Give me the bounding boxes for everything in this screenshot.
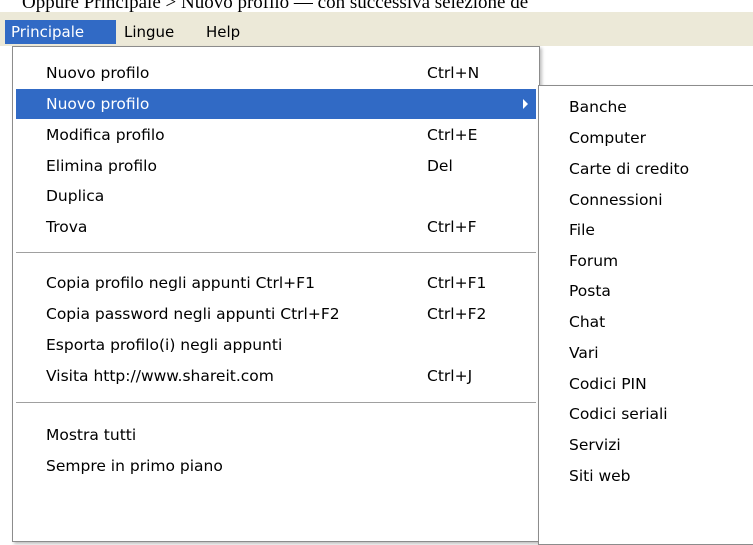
submenu-item-label: Siti web [569, 467, 631, 485]
menu-item-shortcut: Del [427, 157, 453, 175]
menu-item-copia-profilo[interactable]: Copia profilo negli appunti Ctrl+F1 Ctrl… [16, 268, 536, 298]
menu-item-label: Copia password negli appunti Ctrl+F2 [46, 305, 340, 323]
menu-item-label: Modifica profilo [46, 126, 165, 144]
submenu-item-label: File [569, 221, 595, 239]
menu-item-label: Nuovo profilo [46, 64, 150, 82]
menu-item-trova[interactable]: Trova Ctrl+F [16, 212, 536, 242]
submenu-item-label: Servizi [569, 436, 621, 454]
menu-item-nuovo-profilo[interactable]: Nuovo profilo Ctrl+N [16, 58, 536, 88]
submenu-item-label: Forum [569, 252, 619, 270]
menu-item-modifica-profilo[interactable]: Modifica profilo Ctrl+E [16, 120, 536, 150]
principale-dropdown: Nuovo profilo Ctrl+N Nuovo profilo Modif… [12, 46, 540, 542]
menu-principale[interactable]: Principale [5, 20, 116, 44]
submenu-item-connessioni[interactable]: Connessioni [539, 185, 753, 215]
menu-lingue[interactable]: Lingue [118, 20, 200, 44]
submenu-item-file[interactable]: File [539, 215, 753, 245]
menu-item-label: Duplica [46, 187, 105, 205]
menu-item-shortcut: Ctrl+F [427, 218, 477, 236]
menu-item-elimina-profilo[interactable]: Elimina profilo Del [16, 151, 536, 181]
submenu-item-label: Chat [569, 313, 606, 331]
submenu-item-carte-di-credito[interactable]: Carte di credito [539, 154, 753, 184]
menu-item-shortcut: Ctrl+N [427, 64, 480, 82]
menu-help[interactable]: Help [200, 20, 260, 44]
menu-item-label: Mostra tutti [46, 426, 137, 444]
submenu-item-label: Codici seriali [569, 405, 668, 423]
nuovo-profilo-submenu: Banche Computer Carte di credito Conness… [538, 85, 753, 545]
menu-item-shortcut: Ctrl+J [427, 367, 473, 385]
menu-separator [16, 402, 536, 404]
submenu-item-computer[interactable]: Computer [539, 123, 753, 153]
submenu-item-banche[interactable]: Banche [539, 92, 753, 122]
menu-item-label: Esporta profilo(i) negli appunti [46, 336, 283, 354]
menu-item-shortcut: Ctrl+E [427, 126, 478, 144]
submenu-item-label: Codici PIN [569, 375, 647, 393]
menu-item-duplica[interactable]: Duplica [16, 181, 536, 211]
menu-separator [16, 252, 536, 254]
menu-item-label: Elimina profilo [46, 157, 157, 175]
menu-item-label: Sempre in primo piano [46, 457, 223, 475]
submenu-item-label: Vari [569, 344, 599, 362]
submenu-item-forum[interactable]: Forum [539, 246, 753, 276]
submenu-item-servizi[interactable]: Servizi [539, 430, 753, 460]
menu-item-copia-password[interactable]: Copia password negli appunti Ctrl+F2 Ctr… [16, 299, 536, 329]
menu-bar: Principale Lingue Help [0, 12, 753, 46]
submenu-item-codici-seriali[interactable]: Codici seriali [539, 399, 753, 429]
submenu-item-label: Carte di credito [569, 160, 690, 178]
submenu-item-label: Computer [569, 129, 647, 147]
menu-item-esporta-profili[interactable]: Esporta profilo(i) negli appunti [16, 330, 536, 360]
menu-item-mostra-tutti[interactable]: Mostra tutti [16, 420, 536, 450]
menu-item-label: Visita http://www.shareit.com [46, 367, 274, 385]
menu-item-label: Copia profilo negli appunti Ctrl+F1 [46, 274, 315, 292]
submenu-item-label: Connessioni [569, 191, 663, 209]
menu-item-label: Nuovo profilo [46, 95, 150, 113]
submenu-item-codici-pin[interactable]: Codici PIN [539, 369, 753, 399]
submenu-item-label: Posta [569, 282, 611, 300]
menu-item-shortcut: Ctrl+F2 [427, 305, 487, 323]
menu-item-visita-shareit[interactable]: Visita http://www.shareit.com Ctrl+J [16, 361, 536, 391]
menu-item-sempre-in-primo-piano[interactable]: Sempre in primo piano [16, 451, 536, 481]
caption-text: Oppure Principale > Nuovo profilo — con … [22, 0, 529, 12]
chevron-right-icon [523, 99, 528, 109]
submenu-item-posta[interactable]: Posta [539, 276, 753, 306]
submenu-item-label: Banche [569, 98, 627, 116]
submenu-item-chat[interactable]: Chat [539, 307, 753, 337]
menu-item-nuovo-profilo-submenu[interactable]: Nuovo profilo [16, 89, 536, 119]
submenu-item-siti-web[interactable]: Siti web [539, 461, 753, 491]
submenu-item-vari[interactable]: Vari [539, 338, 753, 368]
menu-item-shortcut: Ctrl+F1 [427, 274, 487, 292]
menu-item-label: Trova [46, 218, 88, 236]
